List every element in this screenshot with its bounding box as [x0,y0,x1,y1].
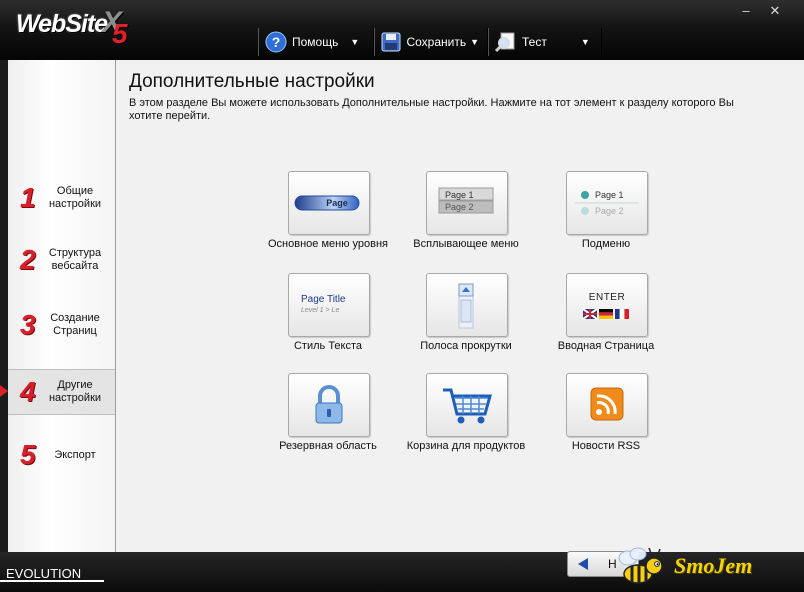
magnifier-icon [495,31,517,53]
page-description: В этом разделе Вы можете использовать До… [129,97,734,122]
tile-preview-line-2: Page 2 [595,206,624,216]
tile-label: Полоса прокрутки [420,340,512,352]
step-label: Другие настройки [48,379,102,404]
help-menu-label: Помощь [292,35,339,49]
tile-preview-text: Page [326,198,348,208]
tile-label: Основное меню уровня [267,238,388,250]
step-number: 3 [20,309,36,340]
scrollbar-tile[interactable] [426,273,508,337]
tile-label: Корзина для продуктов [406,440,526,452]
intro-page-tile[interactable]: ENTER [566,273,648,337]
step-site-structure[interactable]: 2 Структура вебсайта [8,238,115,282]
chevron-down-icon: ▼ [350,37,360,47]
step-number: 5 [20,439,36,470]
tile-preview-line-1: Page 1 [445,190,474,200]
tile-preview-line-2: Page 2 [445,202,474,212]
tile-label: Новости RSS [571,440,641,452]
text-style-icon: Page Title Level 1 > Le [301,294,346,314]
step-label: Экспорт [54,448,96,461]
step-number: 1 [20,182,36,213]
bee-icon [618,547,663,584]
reserved-area-tile[interactable] [288,373,370,437]
help-icon: ? [265,31,287,53]
tile-label: Подменю [581,238,631,250]
rss-news-tile[interactable] [566,373,648,437]
save-menu-label: Сохранить [406,35,467,49]
scrollbar-icon [458,283,474,329]
edition-label: EVOLUTION [0,566,104,582]
tile-label: Стиль Текста [293,340,363,352]
main-menu-icon: Page [294,195,360,211]
shopping-cart-tile[interactable] [426,373,508,437]
wizard-steps-sidebar: 1 Общие настройки 2 Структура вебсайта 3… [0,60,116,552]
step-general-settings[interactable]: 1 Общие настройки [8,176,115,220]
minimize-button[interactable]: – [735,4,757,20]
tile-label: Резервная область [279,440,377,452]
popup-menu-tile[interactable]: Page 1 Page 2 [426,171,508,235]
step-other-settings[interactable]: 4 Другие настройки [0,369,115,415]
close-button[interactable]: ✕ [764,4,786,20]
main-panel: Дополнительные настройки В этом разделе … [116,60,804,552]
title-bar: WebSite X 5 – ✕ ? Помощь ▼ Сохранить ▼ Т… [0,0,804,60]
test-menu-label: Тест [522,35,547,49]
popup-menu-icon: Page 1 Page 2 [438,187,494,214]
svg-text:?: ? [272,34,281,50]
step-export[interactable]: 5 Экспорт [8,433,115,477]
tile-preview-line-1: Page Title [301,294,346,305]
shopping-cart-icon [443,388,492,424]
logo-version: 5 [112,18,128,49]
chevron-down-icon: ▼ [580,37,590,47]
padlock-icon [315,385,343,424]
tile-preview-line-1: Page 1 [595,190,624,200]
toolbar: ? Помощь ▼ Сохранить ▼ Тест ▼ [258,28,602,56]
step-label: Создание Страниц [50,312,100,337]
tile-preview-line-2: Level 1 > Le [301,307,339,314]
step-number: 4 [20,376,36,407]
logo-word: WebSite [16,10,108,38]
test-menu-button[interactable]: Тест ▼ [488,28,602,56]
main-menu-tile[interactable]: Page [288,171,370,235]
page-title: Дополнительные настройки [129,71,375,92]
tile-label: Вводная Страница [557,340,655,352]
rss-icon [590,387,624,421]
step-label: Общие настройки [48,185,102,210]
active-step-pointer-icon [0,385,8,397]
intro-page-icon: ENTER [582,292,629,320]
tile-label: Всплывающее меню [413,238,519,250]
help-menu-button[interactable]: ? Помощь ▼ [258,28,374,56]
floppy-disk-icon [381,31,401,53]
submenu-icon: Page 1 Page 2 [575,190,639,216]
chevron-down-icon: ▼ [470,37,479,47]
step-number: 2 [20,244,36,275]
step-label: Структура вебсайта [48,247,102,272]
watermark-text: SmoJem [674,553,753,578]
tile-preview-text: ENTER [589,292,625,303]
text-style-tile[interactable]: Page Title Level 1 > Le [288,273,370,337]
watermark-logo: SmoJem [612,544,804,590]
back-arrow-icon [578,558,588,570]
save-menu-button[interactable]: Сохранить ▼ [374,28,488,56]
step-page-creation[interactable]: 3 Создание Страниц [8,303,115,347]
submenu-tile[interactable]: Page 1 Page 2 [566,171,648,235]
